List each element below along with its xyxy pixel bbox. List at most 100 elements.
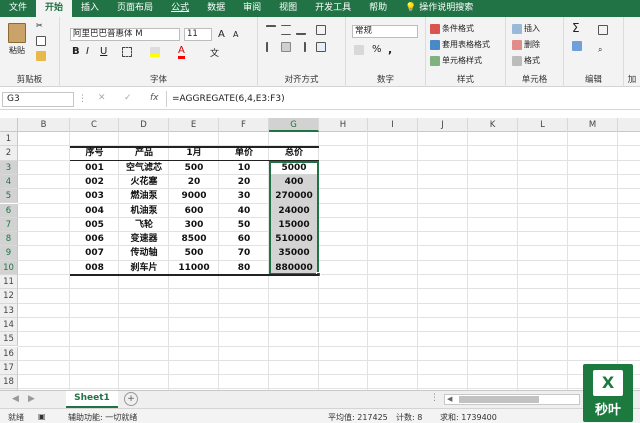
row-header-11[interactable]: 11: [0, 275, 18, 290]
comma-button[interactable]: ,: [388, 43, 392, 56]
column-header-g[interactable]: G: [269, 118, 319, 132]
scroll-left-icon[interactable]: ◀: [447, 395, 452, 403]
row-header-15[interactable]: 15: [0, 332, 18, 347]
find-select-button[interactable]: ⌕: [598, 45, 602, 55]
tab-developer[interactable]: 开发工具: [306, 0, 360, 17]
paste-button[interactable]: 粘贴: [8, 23, 26, 56]
tab-insert[interactable]: 插入: [72, 0, 108, 17]
formula-input[interactable]: =AGGREGATE(6,4,E3:F3): [172, 92, 285, 107]
worksheet-grid[interactable]: BCDEFGHIJKLM 1 2 3 4 5 6 7 8 9 10 11 12 13 14 15 16 17 18…: [0, 118, 640, 390]
column-header-e[interactable]: E: [169, 118, 219, 132]
autosum-button[interactable]: Σ: [572, 21, 580, 35]
cancel-button[interactable]: ✕: [98, 93, 106, 103]
sheet-tab-sheet1[interactable]: Sheet1: [66, 391, 118, 408]
copy-button[interactable]: [36, 36, 46, 46]
column-header-b[interactable]: B: [18, 118, 70, 132]
row-header-14[interactable]: 14: [0, 317, 18, 333]
table-cell[interactable]: 50: [219, 218, 269, 232]
table-cell[interactable]: 40: [219, 204, 269, 218]
insert-cells-button[interactable]: 插入: [512, 23, 540, 34]
row-header-18[interactable]: 18: [0, 375, 18, 390]
tab-home[interactable]: 开始: [36, 0, 73, 17]
tab-help[interactable]: 帮助: [360, 0, 396, 17]
merge-button[interactable]: [316, 42, 326, 52]
column-header-i[interactable]: I: [368, 118, 418, 132]
bold-button[interactable]: B: [72, 46, 80, 57]
phonetic-button[interactable]: 文: [210, 46, 219, 59]
table-cell[interactable]: 300: [169, 218, 219, 232]
fill-button[interactable]: [572, 41, 582, 51]
tell-me-search[interactable]: 💡 操作说明搜索: [396, 0, 482, 17]
tab-formulas[interactable]: 公式: [162, 0, 198, 17]
select-all-corner[interactable]: [0, 118, 18, 132]
accessibility-status[interactable]: 辅助功能: 一切就绪: [68, 412, 137, 423]
column-header-h[interactable]: H: [319, 118, 368, 132]
add-sheet-button[interactable]: +: [124, 392, 138, 406]
table-cell[interactable]: 60: [219, 232, 269, 246]
font-color-button[interactable]: A: [178, 45, 185, 59]
font-name-select[interactable]: 阿里巴巴普惠体 M: [70, 28, 180, 41]
column-header-d[interactable]: D: [119, 118, 169, 132]
row-header-5[interactable]: 5: [0, 189, 18, 204]
border-button[interactable]: [122, 47, 132, 57]
table-cell[interactable]: 880000: [269, 261, 319, 275]
table-cell[interactable]: 002: [70, 175, 119, 189]
table-cell[interactable]: 9000: [169, 189, 219, 203]
row-header-9[interactable]: 9: [0, 246, 18, 261]
wrap-text-button[interactable]: [316, 25, 326, 35]
table-cell[interactable]: 003: [70, 189, 119, 203]
column-header-c[interactable]: C: [70, 118, 119, 132]
table-cell[interactable]: 变速器: [119, 232, 169, 246]
insert-function-button[interactable]: fx: [150, 93, 159, 103]
table-cell[interactable]: 15000: [269, 218, 319, 232]
row-header-2[interactable]: 2: [0, 146, 18, 161]
table-cell[interactable]: 燃油泵: [119, 189, 169, 203]
column-header-l[interactable]: L: [518, 118, 568, 132]
accounting-button[interactable]: [354, 45, 364, 55]
column-header-j[interactable]: J: [418, 118, 468, 132]
shrink-font-button[interactable]: A: [233, 30, 238, 39]
column-header-k[interactable]: K: [468, 118, 518, 132]
table-cell[interactable]: 70: [219, 246, 269, 260]
row-header-4[interactable]: 4: [0, 174, 18, 190]
column-header-f[interactable]: F: [219, 118, 269, 132]
number-format-select[interactable]: 常规: [352, 25, 418, 38]
table-cell[interactable]: 008: [70, 261, 119, 275]
horizontal-align-buttons[interactable]: [266, 42, 306, 52]
table-cell[interactable]: 24000: [269, 204, 319, 218]
table-cell[interactable]: 11000: [169, 261, 219, 275]
table-cell[interactable]: 20: [219, 175, 269, 189]
table-cell[interactable]: 001: [70, 161, 119, 175]
format-painter-button[interactable]: [36, 51, 46, 61]
row-header-8[interactable]: 8: [0, 232, 18, 247]
tab-review[interactable]: 审阅: [234, 0, 270, 17]
table-cell[interactable]: 空气滤芯: [119, 161, 169, 175]
table-cell[interactable]: 刹车片: [119, 261, 169, 275]
table-cell[interactable]: 10: [219, 161, 269, 175]
row-header-3[interactable]: 3: [0, 160, 18, 175]
tab-data[interactable]: 数据: [198, 0, 234, 17]
next-sheet-icon[interactable]: ▶: [28, 394, 35, 404]
cut-button[interactable]: ✂: [36, 21, 43, 30]
scrollbar-thumb[interactable]: [459, 396, 539, 403]
table-cell[interactable]: 火花塞: [119, 175, 169, 189]
row-header-1[interactable]: 1: [0, 132, 18, 147]
table-cell[interactable]: 004: [70, 204, 119, 218]
table-cell[interactable]: 005: [70, 218, 119, 232]
row-header-7[interactable]: 7: [0, 217, 18, 233]
conditional-format-button[interactable]: 条件格式: [430, 23, 474, 34]
table-cell[interactable]: 510000: [269, 232, 319, 246]
table-cell[interactable]: 8500: [169, 232, 219, 246]
italic-button[interactable]: I: [86, 46, 89, 57]
table-cell[interactable]: 5000: [269, 161, 319, 175]
row-header-16[interactable]: 16: [0, 346, 18, 361]
enter-button[interactable]: ✓: [124, 93, 132, 103]
table-cell[interactable]: 机油泵: [119, 204, 169, 218]
horizontal-scrollbar[interactable]: ◀: [444, 394, 580, 405]
prev-sheet-icon[interactable]: ◀: [12, 394, 19, 404]
underline-button[interactable]: U: [100, 46, 107, 57]
percent-button[interactable]: %: [372, 44, 382, 55]
vertical-align-buttons[interactable]: [266, 25, 306, 35]
tab-file[interactable]: 文件: [0, 0, 36, 17]
table-cell[interactable]: 600: [169, 204, 219, 218]
